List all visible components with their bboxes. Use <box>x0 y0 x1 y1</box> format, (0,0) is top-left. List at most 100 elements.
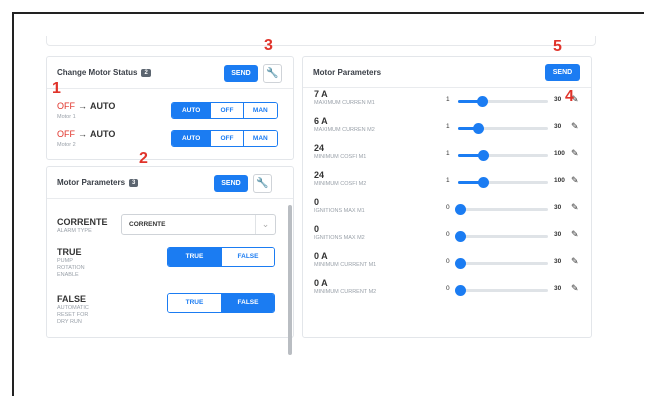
mode-off-button[interactable]: OFF <box>210 131 243 146</box>
parameter-name: MAXIMUM CURREN M1 <box>314 100 375 106</box>
parameter-slider[interactable] <box>458 123 548 134</box>
parameter-name: MAXIMUM CURREN M2 <box>314 127 375 133</box>
motor-2-status: OFF → AUTO <box>57 129 115 139</box>
chevron-down-icon[interactable]: ⌄ <box>255 215 275 234</box>
motor-2-mode-toggle: AUTO OFF MAN <box>171 130 278 147</box>
edit-icon[interactable]: ✎ <box>571 121 579 132</box>
pump-rotation-value: TRUE <box>57 247 82 257</box>
dry-run-reset-value: FALSE <box>57 294 87 304</box>
false-button[interactable]: FALSE <box>220 248 274 266</box>
true-button[interactable]: TRUE <box>168 248 221 266</box>
slider-max: 30 <box>554 96 562 103</box>
mode-auto-button[interactable]: AUTO <box>172 131 211 146</box>
status-target: AUTO <box>90 101 116 111</box>
arrow-icon: → <box>78 101 87 111</box>
parameter-name: IGNITIONS MAX M1 <box>314 208 365 214</box>
slider-thumb[interactable] <box>473 123 484 134</box>
label-line: AUTOMATIC <box>57 305 89 311</box>
send-button[interactable]: SEND <box>214 175 248 192</box>
slider-max: 100 <box>554 150 565 157</box>
edit-icon[interactable]: ✎ <box>571 256 579 267</box>
status-target: AUTO <box>90 129 116 139</box>
slider-thumb[interactable] <box>478 177 489 188</box>
wrench-icon[interactable]: 🔧 <box>263 64 282 83</box>
slider-thumb[interactable] <box>455 204 466 215</box>
card-title: Change Motor Status 2 <box>57 68 151 77</box>
slider-max: 30 <box>554 123 562 130</box>
edit-icon[interactable]: ✎ <box>571 202 579 213</box>
parameter-name: MINIMUM COSFI M2 <box>314 181 367 187</box>
parameter-value: 0 <box>314 197 320 207</box>
wrench-icon[interactable]: 🔧 <box>253 174 272 193</box>
parameter-slider[interactable] <box>455 285 548 296</box>
slider-thumb[interactable] <box>477 96 488 107</box>
scrollbar[interactable] <box>288 205 292 355</box>
card-title: Motor Parameters <box>313 68 382 77</box>
parameter-slider[interactable] <box>455 258 548 269</box>
slider-thumb[interactable] <box>455 231 466 242</box>
slider-max: 30 <box>554 231 562 238</box>
annotation-marker-4: 4 <box>565 88 574 105</box>
label-line: PUMP <box>57 258 73 264</box>
parameter-value: 6 A <box>314 116 328 126</box>
slider-min: 1 <box>446 96 450 103</box>
slider-thumb[interactable] <box>455 285 466 296</box>
edit-icon[interactable]: ✎ <box>571 175 579 186</box>
slider-max: 30 <box>554 258 562 265</box>
parameter-name: MINIMUM COSFI M1 <box>314 154 367 160</box>
card-header: Motor Parameters 3 SEND 🔧 <box>47 167 293 199</box>
send-button[interactable]: SEND <box>545 64 580 81</box>
top-panel-edge <box>46 36 596 46</box>
label-line: RESET FOR <box>57 312 89 318</box>
motor-parameters-left-card: Motor Parameters 3 SEND 🔧 CORRENTE ALARM … <box>46 166 294 355</box>
slider-min: 1 <box>446 150 450 157</box>
parameter-slider[interactable] <box>458 96 548 107</box>
motor-1-status: OFF → AUTO <box>57 101 115 111</box>
label-line: ENABLE <box>57 272 79 278</box>
motor-2-label: Motor 2 <box>57 142 76 148</box>
annotation-marker-2: 2 <box>139 150 148 167</box>
annotation-marker-3: 3 <box>264 37 273 54</box>
slider-thumb[interactable] <box>478 150 489 161</box>
slider-max: 30 <box>554 285 562 292</box>
arrow-icon: → <box>78 129 87 139</box>
parameter-value: 24 <box>314 170 325 180</box>
slider-thumb[interactable] <box>455 258 466 269</box>
card-header: Motor Parameters SEND <box>303 57 591 88</box>
parameter-name: MINIMUM CURRENT M2 <box>314 289 377 295</box>
motor-parameters-right-card: Motor Parameters SEND 7 A MAXIMUM CURREN … <box>302 56 592 338</box>
send-button[interactable]: SEND <box>224 65 258 82</box>
alarm-type-label: ALARM TYPE <box>57 228 92 234</box>
parameter-slider[interactable] <box>458 177 548 188</box>
parameter-name: IGNITIONS MAX M2 <box>314 235 365 241</box>
pump-rotation-toggle: TRUE FALSE <box>167 247 275 267</box>
select-value: CORRENTE <box>129 221 166 228</box>
slider-min: 0 <box>446 258 450 265</box>
status-off: OFF <box>57 101 75 111</box>
edit-icon[interactable]: ✎ <box>571 229 579 240</box>
mode-man-button[interactable]: MAN <box>242 103 277 118</box>
alarm-type-select[interactable]: CORRENTE ⌄ <box>121 214 276 235</box>
slider-max: 30 <box>554 204 562 211</box>
false-button[interactable]: FALSE <box>220 294 274 312</box>
true-button[interactable]: TRUE <box>168 294 221 312</box>
mode-auto-button[interactable]: AUTO <box>172 103 211 118</box>
annotation-marker-5: 5 <box>553 38 562 55</box>
pump-rotation-label: PUMP ROTATION ENABLE <box>57 258 85 279</box>
parameter-slider[interactable] <box>458 150 548 161</box>
mode-off-button[interactable]: OFF <box>210 103 243 118</box>
parameter-slider[interactable] <box>455 204 548 215</box>
parameter-name: MINIMUM CURRENT M1 <box>314 262 377 268</box>
mode-man-button[interactable]: MAN <box>242 131 277 146</box>
slider-max: 100 <box>554 177 565 184</box>
card-title-text: Change Motor Status <box>57 68 138 77</box>
edit-icon[interactable]: ✎ <box>571 148 579 159</box>
card-header: Change Motor Status 2 SEND 🔧 <box>47 57 293 89</box>
edit-icon[interactable]: ✎ <box>571 283 579 294</box>
slider-min: 0 <box>446 285 450 292</box>
parameter-value: 0 A <box>314 278 328 288</box>
dry-run-reset-toggle: TRUE FALSE <box>167 293 275 313</box>
count-badge: 3 <box>129 179 139 187</box>
slider-min: 0 <box>446 204 450 211</box>
parameter-slider[interactable] <box>455 231 548 242</box>
